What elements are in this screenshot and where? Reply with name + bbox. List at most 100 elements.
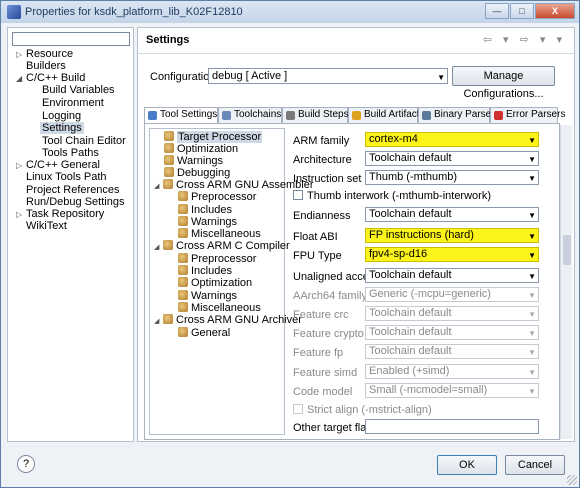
minimize-button[interactable]: —: [485, 3, 509, 19]
tree-item-assembler-miscellaneous[interactable]: Miscellaneous: [178, 228, 261, 240]
collapse-icon[interactable]: ◢: [154, 181, 163, 193]
tree-item-assembler-preprocessor[interactable]: Preprocessor: [178, 191, 256, 203]
gear-icon: [164, 155, 174, 165]
gear-icon: [163, 179, 173, 189]
tree-item-compiler-miscellaneous[interactable]: Miscellaneous: [178, 302, 261, 314]
gear-icon: [163, 314, 173, 324]
architecture-value: Toolchain default: [369, 152, 452, 164]
property-page-tree: ▷ Resource Builders ◢ C/C++ Build Build Va…: [7, 27, 134, 442]
tab-build-steps[interactable]: Build Steps: [282, 107, 349, 123]
nav-item-wikitext[interactable]: WikiText: [26, 220, 67, 233]
tree-item-compiler-preprocessor[interactable]: Preprocessor: [178, 253, 256, 265]
feature-simd-value: Enabled (+simd): [369, 365, 450, 377]
vertical-scrollbar[interactable]: [560, 125, 572, 439]
tree-item-warnings[interactable]: Warnings: [164, 155, 223, 167]
other-target-flags-input[interactable]: [365, 419, 539, 434]
collapse-icon[interactable]: ◢: [154, 316, 163, 328]
gear-icon: [178, 204, 188, 214]
tree-item-cross-arm-c-compiler[interactable]: ◢ Cross ARM C Compiler: [154, 240, 290, 252]
tree-label: Includes: [191, 265, 232, 277]
tree-item-assembler-warnings[interactable]: Warnings: [178, 216, 237, 228]
tab-toolchains[interactable]: Toolchains: [218, 107, 282, 123]
float-abi-value: FP instructions (hard): [369, 229, 474, 241]
toolchains-icon: [222, 111, 231, 120]
thumb-interwork-label: Thumb interwork (-mthumb-interwork): [307, 190, 491, 202]
tree-item-compiler-includes[interactable]: Includes: [178, 265, 232, 277]
instruction-set-select[interactable]: Thumb (-mthumb) ▼: [365, 170, 539, 185]
tree-item-cross-arm-gnu-archiver[interactable]: ◢ Cross ARM GNU Archiver: [154, 314, 302, 326]
gear-icon: [178, 228, 188, 238]
dropdown-arrow-icon: ▼: [528, 251, 536, 260]
dropdown-arrow-icon: ▼: [528, 368, 536, 377]
feature-crypto-select: Toolchain default ▼: [365, 325, 539, 340]
nav-label: Settings: [40, 122, 84, 134]
nav-item-build-variables[interactable]: Build Variables: [42, 84, 115, 97]
build-artifact-icon: [352, 111, 361, 120]
strict-align-label: Strict align (-mstrict-align): [307, 404, 432, 416]
ok-button[interactable]: OK: [437, 455, 497, 475]
tree-item-compiler-optimization[interactable]: Optimization: [178, 277, 252, 289]
expand-icon[interactable]: ▷: [16, 48, 26, 61]
endianness-label: Endianness: [293, 210, 351, 222]
nav-item-environment[interactable]: Environment: [42, 97, 104, 110]
manage-configurations-button[interactable]: Manage Configurations...: [452, 66, 555, 100]
cancel-button[interactable]: Cancel: [505, 455, 565, 475]
collapse-icon[interactable]: ◢: [154, 242, 163, 254]
endianness-value: Toolchain default: [369, 208, 452, 220]
expand-icon[interactable]: ▷: [16, 159, 26, 172]
tree-item-debugging[interactable]: Debugging: [164, 167, 230, 179]
float-abi-select[interactable]: FP instructions (hard) ▼: [365, 228, 539, 243]
close-button[interactable]: X: [535, 3, 575, 19]
tab-build-artifact[interactable]: Build Artifact: [348, 107, 420, 123]
tree-label: Optimization: [191, 277, 253, 289]
unaligned-access-value: Toolchain default: [369, 269, 452, 281]
feature-crypto-value: Toolchain default: [369, 326, 452, 338]
scrollbar-thumb[interactable]: [563, 235, 571, 265]
thumb-interwork-checkbox[interactable]: Thumb interwork (-mthumb-interwork): [293, 190, 491, 202]
arm-family-select[interactable]: cortex-m4 ▼: [365, 132, 539, 147]
dropdown-arrow-icon: ▼: [528, 291, 536, 300]
tree-label: Preprocessor: [191, 191, 257, 203]
checkbox-box[interactable]: [293, 190, 303, 200]
nav-item-settings[interactable]: Settings: [40, 122, 84, 135]
tab-label: Toolchains: [234, 109, 282, 120]
unaligned-access-select[interactable]: Toolchain default ▼: [365, 268, 539, 283]
tab-error-parsers[interactable]: Error Parsers: [490, 107, 565, 123]
tree-item-target-processor[interactable]: Target Processor: [164, 131, 263, 143]
endianness-select[interactable]: Toolchain default ▼: [365, 207, 539, 222]
feature-simd-label: Feature simd: [293, 367, 358, 379]
dropdown-arrow-icon: ▼: [528, 310, 536, 319]
feature-crc-select: Toolchain default ▼: [365, 306, 539, 321]
filter-input[interactable]: [12, 32, 130, 46]
fpu-type-select[interactable]: fpv4-sp-d16 ▼: [365, 247, 539, 262]
tree-label: Debugging: [177, 167, 231, 179]
gear-icon: [164, 131, 174, 141]
collapse-icon[interactable]: ◢: [16, 72, 26, 85]
tree-item-compiler-warnings[interactable]: Warnings: [178, 290, 237, 302]
arm-family-label: ARM family: [293, 135, 350, 147]
nav-label: Task Repository: [26, 208, 105, 220]
architecture-label: Architecture: [293, 154, 352, 166]
help-icon[interactable]: ?: [17, 455, 35, 473]
tree-label: Cross ARM C Compiler: [176, 240, 290, 252]
nav-item-linux-tools-path[interactable]: Linux Tools Path: [26, 171, 107, 184]
history-nav-icons[interactable]: ⇦ ▾ ⇨ ▾ ▾: [483, 33, 566, 46]
expand-icon[interactable]: ▷: [16, 208, 26, 221]
tree-item-archiver-general[interactable]: General: [178, 327, 230, 339]
dropdown-arrow-icon: ▼: [528, 348, 536, 357]
dropdown-arrow-icon: ▼: [528, 136, 536, 145]
configuration-select[interactable]: debug [ Active ] ▼: [208, 68, 448, 84]
tree-item-assembler-includes[interactable]: Includes: [178, 204, 232, 216]
tree-item-optimization[interactable]: Optimization: [164, 143, 238, 155]
resize-grip-icon[interactable]: [567, 475, 577, 485]
gear-icon: [178, 253, 188, 263]
nav-label: WikiText: [26, 220, 67, 232]
tab-binary-parsers[interactable]: Binary Parsers: [418, 107, 500, 123]
tool-tree: Target Processor Optimization Warnings D…: [149, 128, 314, 435]
checkbox-box: [293, 404, 303, 414]
tab-tool-settings[interactable]: Tool Settings: [144, 107, 218, 124]
architecture-select[interactable]: Toolchain default ▼: [365, 151, 539, 166]
page-title: Settings: [146, 34, 190, 46]
maximize-button[interactable]: □: [510, 3, 534, 19]
dropdown-arrow-icon: ▼: [437, 73, 445, 82]
